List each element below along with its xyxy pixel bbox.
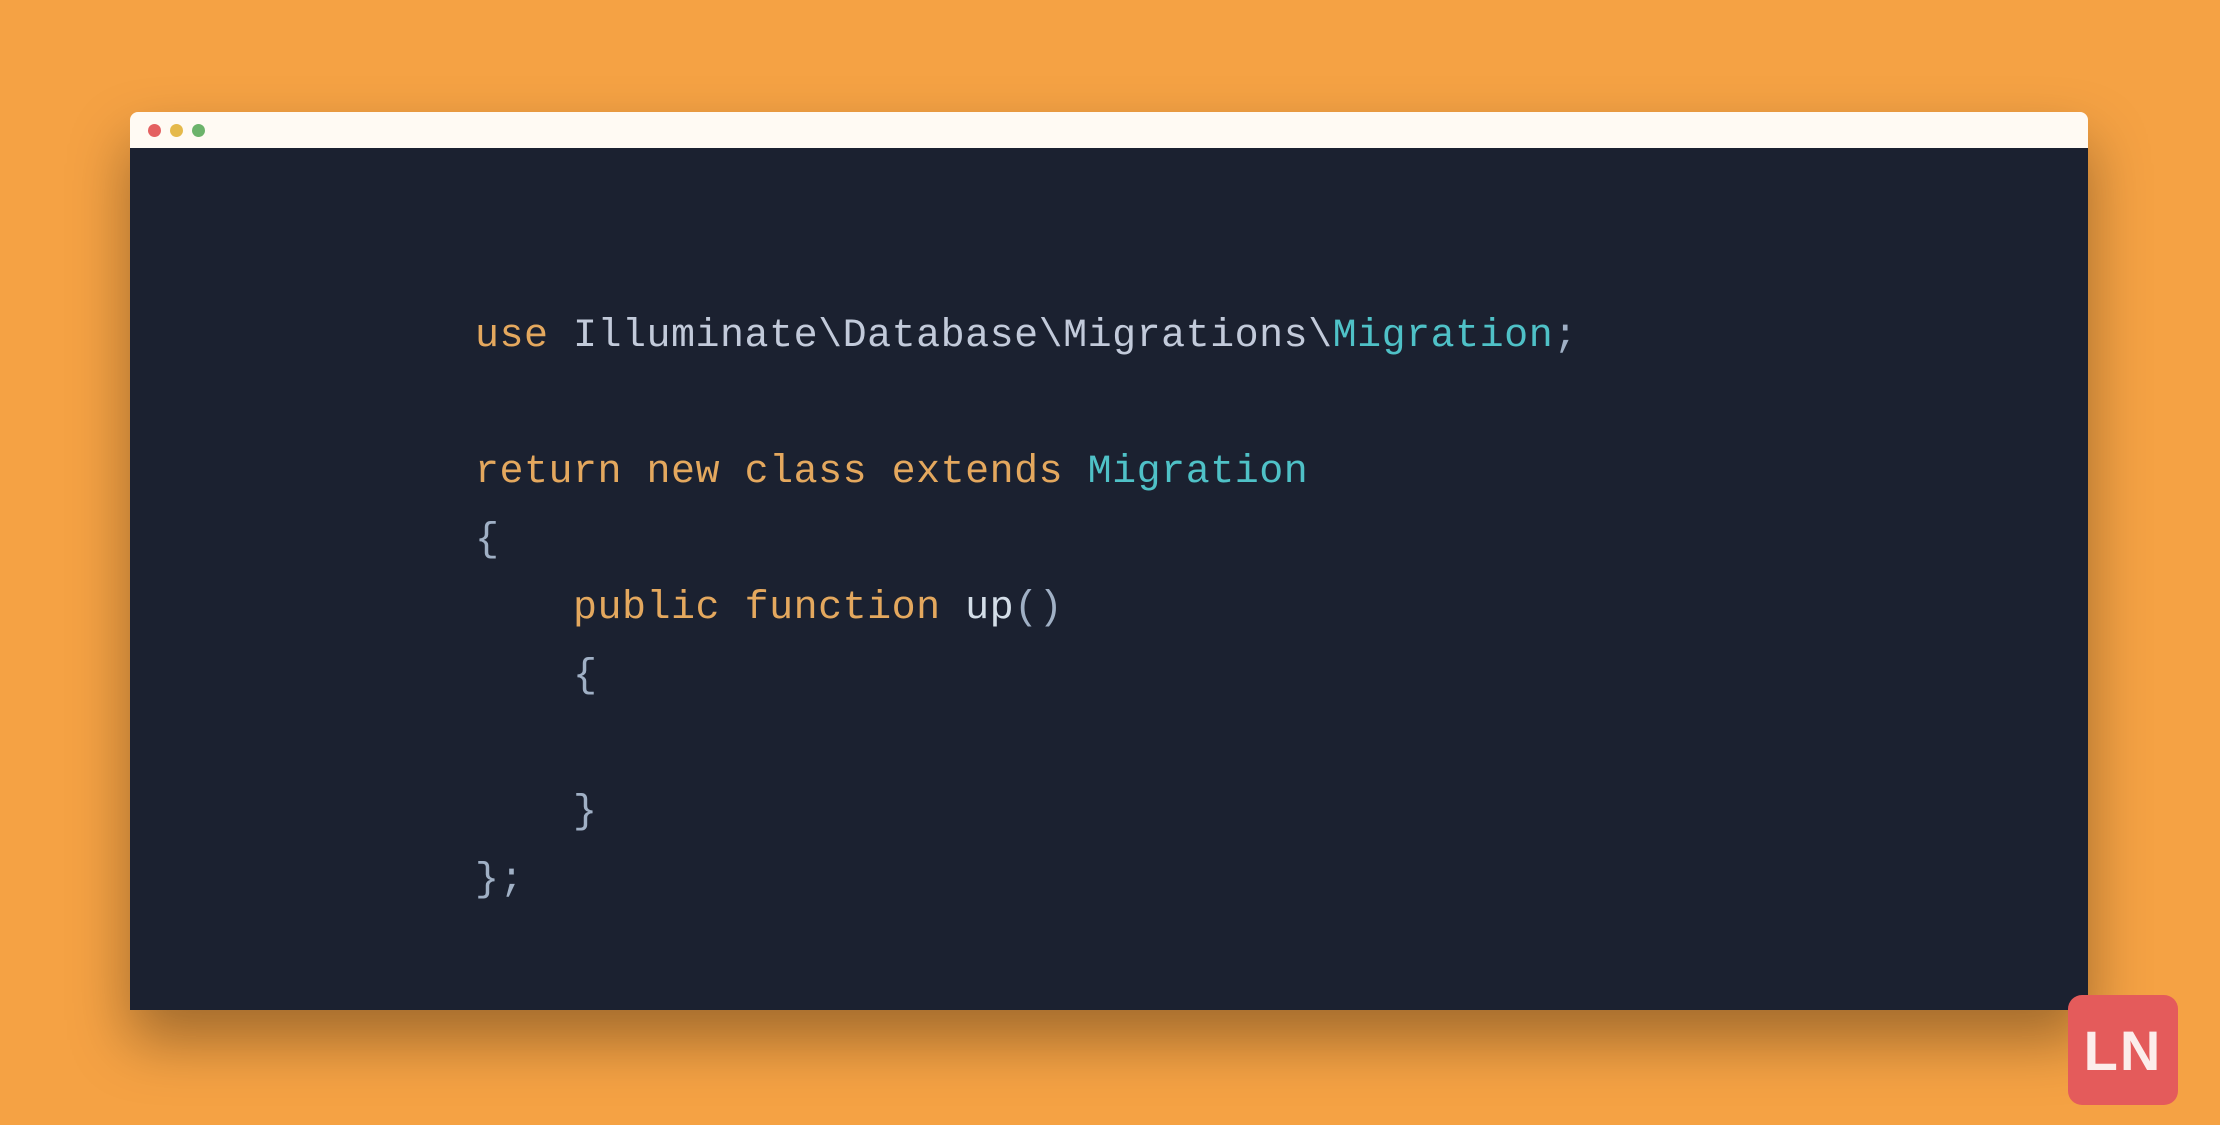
maximize-icon[interactable] [192,124,205,137]
function-name-up: up [965,586,1014,631]
indent [475,654,573,699]
paren-open: ( [1014,586,1039,631]
brand-logo: LN [2068,995,2178,1105]
brace-open-inner: { [573,654,598,699]
indent [475,586,573,631]
code-window: use Illuminate\Database\Migrations\Migra… [130,112,2088,1010]
keyword-new: new [647,450,721,495]
code-editor: use Illuminate\Database\Migrations\Migra… [130,148,2088,1010]
paren-close: ) [1039,586,1064,631]
namespace-path: Illuminate\Database\Migrations\ [573,314,1333,359]
type-migration: Migration [1088,450,1309,495]
indent [475,790,573,835]
close-icon[interactable] [148,124,161,137]
keyword-extends: extends [892,450,1064,495]
minimize-icon[interactable] [170,124,183,137]
keyword-use: use [475,314,549,359]
brace-close-semi: }; [475,858,524,903]
brace-open: { [475,518,500,563]
brand-logo-text: LN [2084,1018,2163,1083]
keyword-public: public [573,586,720,631]
keyword-return: return [475,450,622,495]
keyword-class: class [745,450,868,495]
semicolon: ; [1553,314,1578,359]
keyword-function: function [745,586,941,631]
class-name-migration: Migration [1333,314,1554,359]
code-block: use Illuminate\Database\Migrations\Migra… [475,303,1578,915]
brace-close-inner: } [573,790,598,835]
window-titlebar [130,112,2088,148]
